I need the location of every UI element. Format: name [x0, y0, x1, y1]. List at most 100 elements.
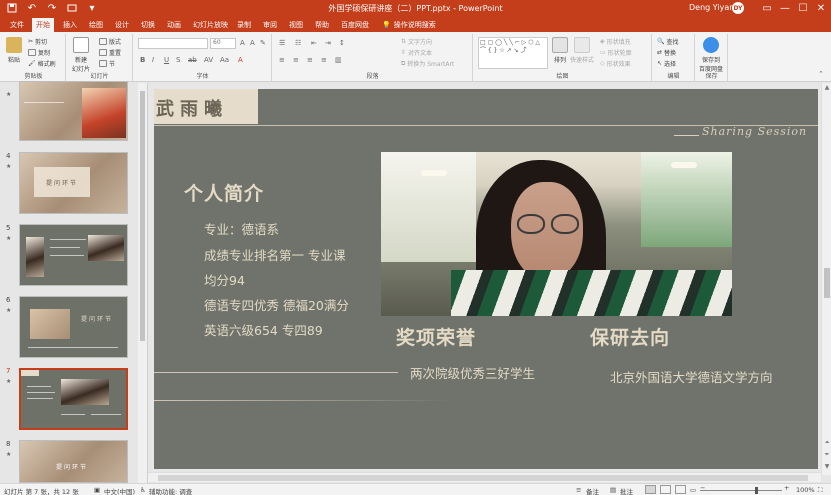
tab-animations[interactable]: 动画 [163, 18, 185, 32]
maximize-icon[interactable]: ☐ [796, 1, 810, 15]
convert-smartart-button[interactable]: ⧉ 转换为 SmartArt [401, 59, 454, 69]
tab-help[interactable]: 帮助 [311, 18, 333, 32]
avatar[interactable]: DY [732, 2, 744, 14]
collapse-ribbon-icon[interactable]: ⌃ [818, 70, 824, 78]
new-slide-button[interactable]: 新建 幻灯片 [72, 37, 90, 73]
tab-transitions[interactable]: 切换 [137, 18, 159, 32]
accessibility-status[interactable]: 辅助功能: 调查 [149, 486, 192, 495]
bio-line[interactable]: 均分94 [204, 270, 245, 289]
arrange-button[interactable]: 排列 [552, 37, 568, 64]
close-icon[interactable]: ✕ [814, 1, 828, 15]
bio-line[interactable]: 专业：德语系 [204, 219, 279, 238]
tab-view[interactable]: 视图 [285, 18, 307, 32]
scroll-down-icon[interactable]: ▼ [822, 463, 831, 470]
award-text[interactable]: 两次院级优秀三好学生 [410, 363, 535, 382]
zoom-in-icon[interactable]: + [784, 484, 789, 492]
slide-sorter-icon[interactable] [660, 485, 671, 494]
scrollbar-thumb[interactable] [158, 475, 808, 481]
intro-heading[interactable]: 个人简介 [184, 179, 264, 206]
session-tagline[interactable]: Sharing Session [702, 125, 807, 138]
italic-icon[interactable]: I [152, 56, 154, 64]
format-painter-button[interactable]: 🖌 格式刷 [28, 59, 56, 68]
clear-format-icon[interactable]: ✎ [260, 39, 266, 47]
previous-slide-icon[interactable]: ⏶ [822, 439, 831, 447]
bullets-icon[interactable]: ☰ [279, 39, 285, 47]
justify-icon[interactable]: ≡ [321, 56, 327, 64]
line-spacing-icon[interactable]: ↕ [339, 39, 345, 47]
slide-thumbnail-selected[interactable] [19, 368, 128, 430]
vertical-scrollbar[interactable]: ▲ ⏶ ⏷ ▼ [821, 83, 831, 475]
horizontal-scrollbar[interactable] [148, 472, 821, 482]
tell-me-search[interactable]: 💡 操作说明搜索 [378, 18, 440, 32]
spelling-icon[interactable]: ▣ [94, 486, 100, 494]
decrease-indent-icon[interactable]: ⇤ [311, 39, 317, 47]
char-spacing-icon[interactable]: AV [204, 56, 213, 64]
slide-thumbnail[interactable] [19, 224, 128, 286]
find-button[interactable]: 🔍 查找 [657, 37, 679, 46]
ribbon-display-icon[interactable]: ▭ [760, 1, 774, 15]
quick-styles-button[interactable]: 快速样式 [570, 37, 594, 64]
paste-button[interactable]: 粘贴 [6, 37, 22, 64]
cut-button[interactable]: ✂ 剪切 [28, 37, 47, 46]
bio-line[interactable]: 英语六级654 专四89 [204, 320, 323, 339]
tab-home[interactable]: 开始 [32, 18, 54, 32]
tab-baidu-netdisk[interactable]: 百度网盘 [337, 18, 373, 32]
tab-design[interactable]: 设计 [111, 18, 133, 32]
slideshow-view-icon[interactable]: ▭ [690, 486, 696, 494]
current-slide[interactable]: 武雨曦 Sharing Session 个人简介 专业：德语系 成绩专业排名第一… [154, 89, 818, 469]
tab-record[interactable]: 录制 [233, 18, 255, 32]
notes-button[interactable]: 备注 [586, 486, 599, 495]
font-name-input[interactable] [138, 38, 208, 49]
zoom-slider-thumb[interactable] [755, 487, 758, 494]
zoom-level[interactable]: 100% [796, 486, 815, 494]
bio-line[interactable]: 德语专四优秀 德福20满分 [204, 295, 349, 314]
columns-icon[interactable]: ▥ [335, 56, 342, 64]
scrollbar-thumb[interactable] [140, 91, 145, 341]
thumbnail-scrollbar[interactable] [138, 83, 147, 483]
slide-thumbnail[interactable]: 提问环节 [19, 440, 128, 483]
align-center-icon[interactable]: ≡ [293, 56, 299, 64]
shape-effects-button[interactable]: ◇ 形状效果 [600, 59, 631, 68]
graduate-text[interactable]: 北京外国语大学德语文学方向 [610, 367, 773, 386]
graduate-heading[interactable]: 保研去向 [590, 323, 670, 350]
normal-view-icon[interactable] [645, 485, 656, 494]
presenter-name[interactable]: 武雨曦 [156, 95, 228, 121]
shadow-icon[interactable]: S [176, 56, 180, 64]
save-to-baidu-button[interactable]: 保存到 百度网盘 [699, 37, 723, 73]
zoom-slider[interactable] [700, 490, 782, 491]
fit-to-window-icon[interactable]: ⛶ [818, 486, 823, 495]
slide-thumbnail[interactable] [19, 81, 128, 141]
shape-fill-button[interactable]: ◈ 形状填充 [600, 37, 631, 46]
award-heading[interactable]: 奖项荣誉 [396, 323, 476, 350]
grow-font-icon[interactable]: A [240, 39, 245, 47]
shape-outline-button[interactable]: ▭ 形状轮廓 [600, 48, 632, 57]
font-size-input[interactable]: 60 [210, 38, 236, 49]
next-slide-icon[interactable]: ⏷ [822, 451, 831, 459]
section-button[interactable]: 节 [99, 59, 115, 68]
scroll-up-icon[interactable]: ▲ [822, 84, 831, 91]
slide-thumbnail[interactable]: 提问环节 [19, 296, 128, 358]
align-right-icon[interactable]: ≡ [307, 56, 313, 64]
bio-line[interactable]: 成绩专业排名第一 专业课 [204, 245, 345, 264]
increase-indent-icon[interactable]: ⇥ [325, 39, 331, 47]
scrollbar-thumb[interactable] [824, 268, 830, 298]
copy-button[interactable]: 复制 [28, 48, 50, 57]
language-status[interactable]: 中文(中国) [104, 486, 135, 495]
font-color-icon[interactable]: A [238, 56, 243, 64]
tab-draw[interactable]: 绘图 [85, 18, 107, 32]
slide-thumbnail[interactable]: 提问环节 [19, 152, 128, 214]
reading-view-icon[interactable] [675, 485, 686, 494]
align-left-icon[interactable]: ≡ [279, 56, 285, 64]
tab-file[interactable]: 文件 [6, 18, 28, 32]
comments-button[interactable]: 批注 [620, 486, 633, 495]
select-button[interactable]: ↖ 选择 [657, 59, 676, 68]
text-direction-button[interactable]: ⇅ 文字方向 [401, 37, 432, 46]
tab-review[interactable]: 审阅 [259, 18, 281, 32]
align-text-button[interactable]: ⇳ 对齐文本 [401, 48, 432, 57]
presenter-photo[interactable] [381, 152, 732, 316]
strikethrough-icon[interactable]: ab [188, 56, 197, 64]
underline-icon[interactable]: U [164, 56, 169, 64]
bold-icon[interactable]: B [140, 56, 145, 64]
tab-slideshow[interactable]: 幻灯片放映 [189, 18, 232, 32]
shrink-font-icon[interactable]: A [250, 39, 255, 47]
